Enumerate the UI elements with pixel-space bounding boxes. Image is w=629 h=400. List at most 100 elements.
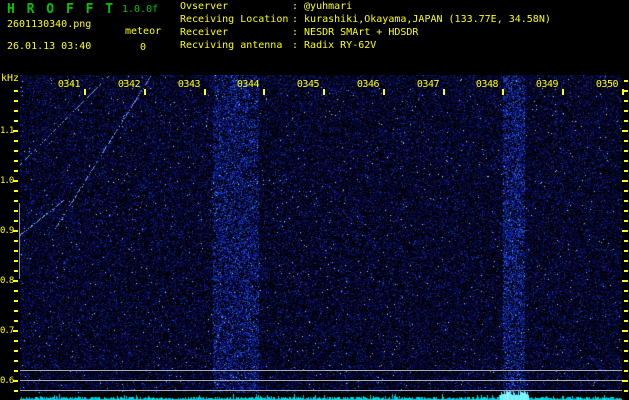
info-value: kurashiki,Okayama,JAPAN (133.77E, 34.58N… [304, 14, 551, 25]
y-axis-minor-tick-right [624, 160, 628, 162]
y-axis-minor-tick-right [624, 150, 628, 152]
meteor-count: 0 [140, 42, 147, 53]
y-axis-minor-tick-right [624, 390, 628, 392]
x-axis-label: 0344 [236, 79, 260, 90]
y-axis-minor-tick-right [624, 290, 628, 292]
x-axis-label: 0343 [177, 79, 201, 90]
info-value: @yuhmari [304, 1, 353, 12]
y-axis-minor-tick [14, 390, 18, 392]
x-axis-tick [562, 89, 564, 95]
info-row: Recviving antenna: Radix RY-62V [180, 41, 376, 51]
y-axis-major-tick [13, 280, 18, 282]
meteor-mode-label: meteor [125, 26, 162, 37]
y-axis-label: 0.6 [0, 376, 14, 386]
y-axis-major-tick-right [622, 380, 628, 382]
observation-datetime: 26.01.13 03:40 [7, 41, 92, 52]
y-axis-label: 1.1 [0, 126, 14, 136]
y-axis-label: 0.9 [0, 226, 14, 236]
info-sep: : [292, 40, 299, 51]
y-axis-minor-tick [14, 160, 18, 162]
y-axis-minor-tick [14, 120, 18, 122]
y-axis-minor-tick-right [624, 90, 628, 92]
y-axis-minor-tick [14, 300, 18, 302]
spectrogram-canvas [20, 75, 622, 400]
y-axis-unit-label: kHz [1, 73, 20, 84]
y-axis-major-tick [13, 180, 18, 182]
x-axis-tick [204, 89, 206, 95]
info-label: Ovserver [180, 1, 229, 12]
horizontal-reference-line [20, 390, 622, 391]
y-axis-minor-tick [14, 210, 18, 212]
y-axis-minor-tick-right [624, 200, 628, 202]
x-axis-tick [263, 89, 265, 95]
output-filename: 2601130340.png [7, 19, 92, 30]
y-axis-major-tick-right [622, 280, 628, 282]
info-value: Radix RY-62V [304, 40, 377, 51]
x-axis-label: 0345 [296, 79, 320, 90]
y-axis-major-tick [13, 130, 18, 132]
y-axis-minor-tick-right [624, 370, 628, 372]
x-axis-label: 0342 [117, 79, 141, 90]
y-axis-minor-tick [14, 90, 18, 92]
y-axis-minor-tick [14, 260, 18, 262]
y-axis-minor-tick [14, 150, 18, 152]
app-version: 1.0.0f [122, 4, 159, 15]
x-axis-label: 0341 [57, 79, 81, 90]
y-axis-minor-tick [14, 140, 18, 142]
info-label: Receiving Location [180, 14, 289, 25]
info-row: Receiving Location: kurashiki,Okayama,JAP… [180, 15, 551, 25]
info-row: Receiver: NESDR SMArt + HDSDR [180, 28, 418, 38]
x-axis-tick [323, 89, 325, 95]
info-label: Recviving antenna [180, 40, 283, 51]
y-axis-minor-tick-right [624, 170, 628, 172]
info-label: Receiver [180, 27, 229, 38]
x-axis-label: 0350 [595, 79, 619, 90]
x-axis-label: 0346 [356, 79, 380, 90]
x-axis-label: 0347 [416, 79, 440, 90]
y-axis-minor-tick-right [624, 320, 628, 322]
x-axis-tick [383, 89, 385, 95]
y-axis-minor-tick-right [624, 80, 628, 82]
info-sep: : [292, 27, 299, 38]
y-axis-minor-tick-right [624, 140, 628, 142]
info-row: Ovserver: @yuhmari [180, 2, 352, 12]
y-axis-minor-tick [14, 360, 18, 362]
y-axis-minor-tick-right [624, 110, 628, 112]
y-axis-minor-tick [14, 320, 18, 322]
y-axis-major-tick [13, 230, 18, 232]
y-axis-minor-tick-right [624, 220, 628, 222]
y-axis-minor-tick [14, 110, 18, 112]
y-axis-minor-tick [14, 220, 18, 222]
y-axis-label: 1.0 [0, 176, 14, 186]
y-axis-minor-tick-right [624, 310, 628, 312]
y-axis-major-tick-right [622, 180, 628, 182]
app-title: H R O F F T [7, 2, 116, 17]
y-axis-major-tick [13, 330, 18, 332]
y-axis-minor-tick [14, 340, 18, 342]
y-axis-minor-tick-right [624, 120, 628, 122]
y-axis-major-tick-right [622, 330, 628, 332]
y-axis-minor-tick-right [624, 300, 628, 302]
y-axis-minor-tick [14, 270, 18, 272]
x-axis-tick [443, 89, 445, 95]
y-axis-minor-tick-right [624, 270, 628, 272]
y-axis-label: 0.7 [0, 326, 14, 336]
x-axis-label: 0349 [535, 79, 559, 90]
y-axis-minor-tick [14, 200, 18, 202]
y-axis-minor-tick-right [624, 340, 628, 342]
y-axis-minor-tick-right [624, 350, 628, 352]
y-axis-minor-tick-right [624, 360, 628, 362]
y-axis-minor-tick [14, 350, 18, 352]
y-axis-minor-tick-right [624, 260, 628, 262]
y-axis-major-tick-right [622, 230, 628, 232]
horizontal-reference-line [20, 380, 622, 381]
y-axis-major-tick-right [622, 130, 628, 132]
y-axis-major-tick [13, 380, 18, 382]
y-axis-minor-tick [14, 240, 18, 242]
y-axis-minor-tick-right [624, 240, 628, 242]
y-axis-minor-tick [14, 290, 18, 292]
y-axis-minor-tick [14, 370, 18, 372]
hrofft-output: H R O F F T 1.0.0f 2601130340.png meteor… [0, 0, 629, 400]
horizontal-reference-line [20, 370, 622, 371]
y-axis-minor-tick-right [624, 210, 628, 212]
